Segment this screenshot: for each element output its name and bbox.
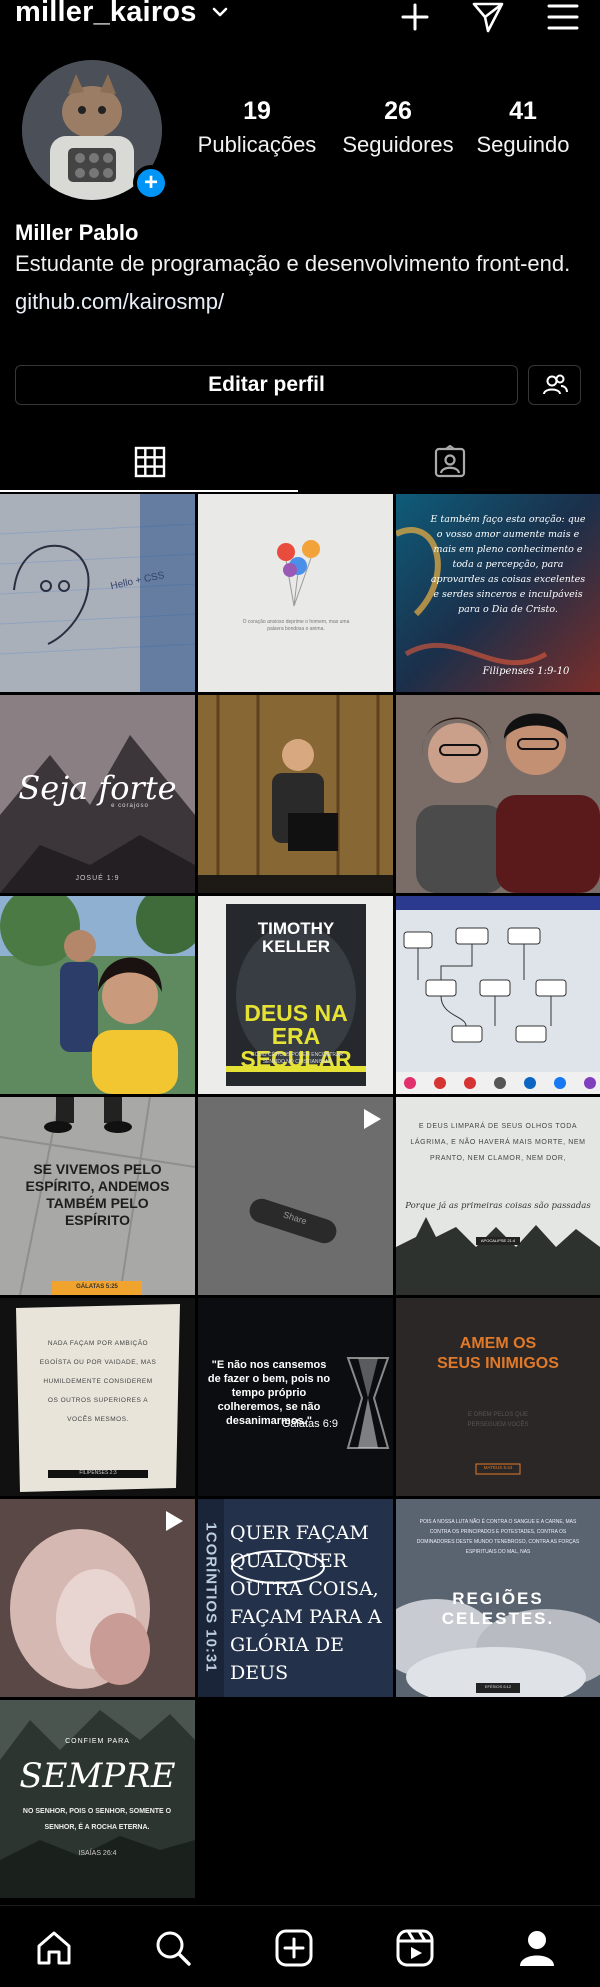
post-subcaption: Porque já as primeiras coisas são passad… xyxy=(405,1201,591,1211)
post-image xyxy=(396,695,600,893)
nav-home[interactable] xyxy=(32,1926,76,1970)
menu-icon[interactable] xyxy=(545,0,581,34)
reels-icon xyxy=(396,1929,434,1967)
bottom-navigation xyxy=(0,1905,600,1987)
post-thumbnail[interactable]: Share xyxy=(198,1097,393,1295)
username-switcher[interactable]: miller_kairos xyxy=(15,0,197,29)
post-caption: E também faço esta oração: que o vosso a… xyxy=(430,514,586,615)
post-thumbnail[interactable]: E DEUS LIMPARÁ DE SEUS OLHOS TODA LÁGRIM… xyxy=(396,1097,600,1295)
post-image xyxy=(396,896,600,1094)
post-caption: NADA FAÇAM POR AMBIÇÃO EGOÍSTA OU POR VA… xyxy=(39,1340,157,1423)
following-count-label: Seguindo xyxy=(476,131,570,157)
following-count[interactable]: 41 Seguindo xyxy=(468,97,578,158)
posts-count-number: 19 xyxy=(243,97,271,125)
profile-name: Miller Pablo xyxy=(15,220,139,245)
post-caption: O coração ansioso deprime o homem, mas u… xyxy=(242,619,350,632)
post-thumbnail[interactable] xyxy=(0,1499,195,1697)
post-thumbnail[interactable] xyxy=(198,695,393,893)
followers-count-label: Seguidores xyxy=(342,131,454,157)
nav-reels[interactable] xyxy=(393,1926,437,1970)
post-caption: POIS A NOSSA LUTA NÃO É CONTRA O SANGUE … xyxy=(416,1519,580,1555)
send-icon[interactable] xyxy=(470,0,506,34)
edit-profile-button[interactable]: Editar perfil xyxy=(15,365,518,405)
post-title: SEMPRE xyxy=(19,1756,176,1796)
posts-count[interactable]: 19 Publicações xyxy=(192,97,322,158)
post-thumbnail[interactable]: Hello + CSS xyxy=(0,494,195,692)
nav-search[interactable] xyxy=(151,1926,195,1970)
reel-play-icon xyxy=(166,1511,183,1531)
following-count-number: 41 xyxy=(509,97,537,125)
active-tab-indicator xyxy=(0,490,298,492)
post-title: REGIÕES CELESTES. xyxy=(441,1589,555,1628)
search-icon xyxy=(156,1931,191,1966)
profile-description: Estudante de programação e desenvolvimen… xyxy=(15,251,571,276)
post-reference: MATEUS 5:44 xyxy=(483,1465,513,1470)
post-reference: ISAÍAS 26:4 xyxy=(78,1850,117,1857)
post-thumbnail[interactable]: NADA FAÇAM POR AMBIÇÃO EGOÍSTA OU POR VA… xyxy=(0,1298,195,1496)
post-reference: Filipenses 1:9-10 xyxy=(482,666,570,677)
profile-avatar[interactable]: + xyxy=(22,60,169,201)
plus-icon[interactable] xyxy=(397,0,433,34)
post-reference: GÁLATAS 5:25 xyxy=(76,1284,118,1290)
post-subcaption: NO SENHOR, POIS O SENHOR, SOMENTE O SENH… xyxy=(22,1808,172,1831)
post-thumbnail[interactable]: TIMOTHY KELLER DEUS NA ERA SECULAR COMO … xyxy=(198,896,393,1094)
post-thumbnail[interactable]: POIS A NOSSA LUTA NÃO É CONTRA O SANGUE … xyxy=(396,1499,600,1697)
post-caption: CONFIEM PARA xyxy=(65,1738,130,1745)
post-reference: APOCALIPSE 21:4 xyxy=(480,1238,516,1243)
post-thumbnail[interactable]: SE VIVEMOS PELO ESPÍRITO, ANDEMOS TAMBÉM… xyxy=(0,1097,195,1295)
post-thumbnail[interactable] xyxy=(396,896,600,1094)
post-caption: SE VIVEMOS PELO ESPÍRITO, ANDEMOS TAMBÉM… xyxy=(25,1161,170,1228)
post-reference: FILIPENSES 2:3 xyxy=(79,1470,117,1476)
post-caption: QUER FAÇAM QUALQUER OUTRA COISA, FAÇAM P… xyxy=(230,1522,382,1684)
tagged-icon xyxy=(434,445,466,478)
post-thumbnail[interactable] xyxy=(0,896,195,1094)
post-thumbnail[interactable]: E também faço esta oração: que o vosso a… xyxy=(396,494,600,692)
profile-link[interactable]: github.com/kairosmp/ xyxy=(15,287,585,317)
post-caption: COMO CÉTICOS PODEM ENCONTRAR SENTIDO NO … xyxy=(251,1052,343,1065)
tab-tagged[interactable] xyxy=(300,432,600,492)
post-image xyxy=(198,494,393,692)
reel-play-icon xyxy=(364,1109,381,1129)
chevron-down-icon[interactable] xyxy=(212,6,228,18)
post-thumbnail[interactable]: CONFIEM PARA SEMPRE NO SENHOR, POIS O SE… xyxy=(0,1700,195,1898)
nav-create[interactable] xyxy=(272,1926,316,1970)
post-reference: Gálatas 6:9 xyxy=(281,1418,338,1430)
post-thumbnail[interactable] xyxy=(396,695,600,893)
profile-bio: Miller Pablo Estudante de programação e … xyxy=(15,218,585,317)
followers-count-number: 26 xyxy=(384,97,412,125)
post-subcaption: e corajoso xyxy=(111,803,149,809)
post-reference: 1CORÍNTIOS 10:31 xyxy=(202,1522,220,1673)
post-caption: E DEUS LIMPARÁ DE SEUS OLHOS TODA LÁGRIM… xyxy=(410,1123,586,1162)
post-caption: Seja forte xyxy=(18,769,177,807)
profile-tabs xyxy=(0,432,600,494)
posts-count-label: Publicações xyxy=(197,131,317,157)
post-reference: EFÉSIOS 6:12 xyxy=(484,1684,512,1689)
post-image xyxy=(0,1700,195,1898)
tab-posts-grid[interactable] xyxy=(0,432,300,492)
post-caption: AMEM OS SEUS INIMIGOS xyxy=(437,1335,559,1372)
post-thumbnail[interactable]: "E não nos cansemos de fazer o bem, pois… xyxy=(198,1298,393,1496)
discover-people-button[interactable] xyxy=(528,365,581,405)
post-subcaption: E OREM PELOS QUE PERSEGUEM VOCÊS xyxy=(467,1412,529,1428)
add-people-icon xyxy=(542,374,568,395)
grid-icon xyxy=(134,446,166,478)
post-image xyxy=(0,896,195,1094)
home-icon xyxy=(37,1931,71,1965)
post-image xyxy=(0,494,195,692)
post-image xyxy=(198,695,393,893)
nav-profile[interactable] xyxy=(515,1926,559,1970)
top-bar: miller_kairos xyxy=(0,0,600,36)
post-thumbnail[interactable]: O coração ansioso deprime o homem, mas u… xyxy=(198,494,393,692)
followers-count[interactable]: 26 Seguidores xyxy=(334,97,462,158)
profile-icon xyxy=(520,1931,554,1966)
add-story-icon[interactable]: + xyxy=(133,165,169,201)
add-post-icon xyxy=(275,1929,313,1967)
post-thumbnail[interactable]: 1CORÍNTIOS 10:31 QUER FAÇAM QUALQUER OUT… xyxy=(198,1499,393,1697)
post-title: TIMOTHY KELLER xyxy=(257,919,335,956)
post-reference: JOSUÉ 1:9 xyxy=(75,875,120,882)
post-thumbnail[interactable]: Seja forte e corajoso JOSUÉ 1:9 xyxy=(0,695,195,893)
post-thumbnail[interactable]: AMEM OS SEUS INIMIGOS E OREM PELOS QUE P… xyxy=(396,1298,600,1496)
